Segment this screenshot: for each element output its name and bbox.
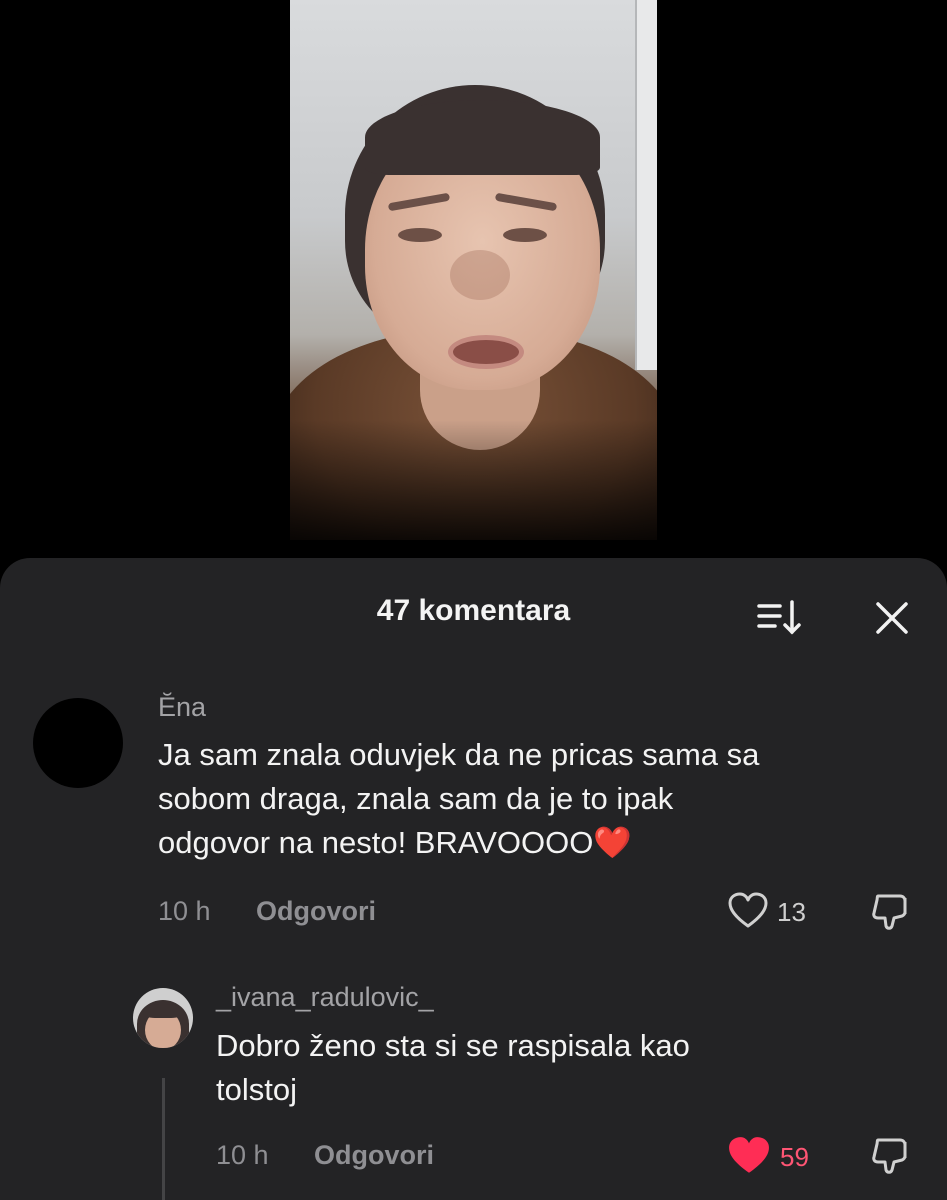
reply-text-line: tolstoj bbox=[216, 1072, 297, 1107]
avatar-bangs bbox=[143, 1004, 183, 1018]
comments-sheet: 47 komentara Ĕna Ja sam znala oduvjek da… bbox=[0, 558, 947, 1200]
like-count: 59 bbox=[780, 1142, 809, 1172]
comment-time: 10 h bbox=[158, 896, 211, 926]
video-preview[interactable] bbox=[290, 0, 657, 540]
video-subject-eye bbox=[398, 228, 442, 242]
video-subject-nose bbox=[450, 250, 510, 300]
comment-text-line: odgovor na nesto! BRAVOOOO❤️ bbox=[158, 825, 632, 860]
reply-text-line: Dobro ženo sta si se raspisala kao bbox=[216, 1028, 690, 1063]
video-subject-bangs bbox=[365, 100, 600, 175]
comment-text-line: Ja sam znala oduvjek da ne pricas sama s… bbox=[158, 737, 760, 772]
like-count: 13 bbox=[777, 897, 806, 927]
reply-avatar[interactable] bbox=[133, 988, 193, 1048]
comment-text-line: sobom draga, znala sam da je to ipak bbox=[158, 781, 674, 816]
dislike-icon[interactable] bbox=[870, 1134, 914, 1176]
screen: 47 komentara Ĕna Ja sam znala oduvjek da… bbox=[0, 0, 947, 1200]
comments-title: 47 komentara bbox=[376, 594, 571, 627]
commenter-avatar[interactable] bbox=[33, 698, 123, 788]
video-subject-mouth bbox=[448, 335, 524, 369]
heart-filled-icon[interactable] bbox=[728, 1136, 770, 1176]
video-fade bbox=[290, 420, 657, 540]
close-icon[interactable] bbox=[872, 598, 912, 638]
dislike-icon[interactable] bbox=[870, 890, 914, 932]
video-background bbox=[635, 0, 657, 370]
comment-username[interactable]: Ĕna bbox=[158, 692, 206, 723]
comment-text: Ja sam znala oduvjek da ne pricas sama s… bbox=[158, 733, 759, 865]
heart-outline-icon[interactable] bbox=[728, 892, 768, 930]
reply-time: 10 h bbox=[216, 1140, 269, 1170]
reply-text: Dobro ženo sta si se raspisala kao tolst… bbox=[216, 1024, 690, 1112]
reply-username[interactable]: _ivana_radulovic_ bbox=[216, 982, 434, 1013]
reply-button[interactable]: Odgovori bbox=[314, 1140, 434, 1171]
thread-line bbox=[162, 1078, 165, 1200]
reply-button[interactable]: Odgovori bbox=[256, 896, 376, 927]
sort-descending-icon[interactable] bbox=[756, 598, 804, 638]
video-subject-eye bbox=[503, 228, 547, 242]
